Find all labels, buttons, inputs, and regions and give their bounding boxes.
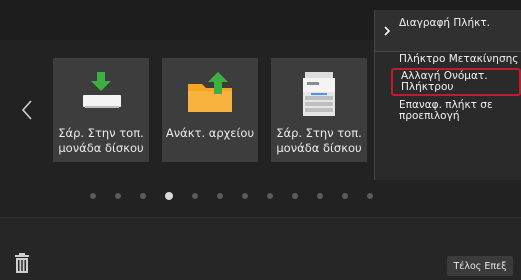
tile-label: Σάρ. Στην τοπ. μονάδα δίσκου <box>276 126 362 155</box>
previous-page-arrow[interactable] <box>18 97 36 123</box>
page-dot-active[interactable] <box>165 192 173 200</box>
page-dot[interactable] <box>192 193 198 199</box>
printer-scanner-icon <box>271 70 367 116</box>
chevron-right-icon <box>384 26 391 36</box>
scan-to-drive-icon <box>53 70 149 116</box>
menu-item-label: Επαναφ. πλήκτ σε προεπιλογή <box>399 99 493 122</box>
page-dot[interactable] <box>267 193 273 199</box>
tile-scan-to-drive-2[interactable]: Σάρ. Στην τοπ. μονάδα δίσκου <box>271 58 367 162</box>
menu-item-delete-key[interactable]: Διαγραφή Πλήκτ. <box>375 10 521 52</box>
bottom-bar <box>0 217 521 280</box>
menu-item-reset-key[interactable]: Επαναφ. πλήκτ σε προεπιλογή <box>375 98 521 128</box>
tile-label: Ανάκτ. αρχείου <box>165 126 255 140</box>
page-dot[interactable] <box>342 193 348 199</box>
trash-icon[interactable] <box>14 253 30 273</box>
page-indicator <box>90 192 392 200</box>
folder-retrieve-icon <box>162 70 258 116</box>
menu-item-label: Πλήκτρο Μετακίνησης <box>399 53 519 65</box>
tile-label: Σάρ. Στην τοπ. μονάδα δίσκου <box>58 126 144 155</box>
page-dot[interactable] <box>217 193 223 199</box>
page-dot[interactable] <box>140 193 146 199</box>
page-dot[interactable] <box>115 193 121 199</box>
page-dot[interactable] <box>242 193 248 199</box>
tile-retrieve-file[interactable]: Ανάκτ. αρχείου <box>162 58 258 162</box>
page-dot[interactable] <box>317 193 323 199</box>
page-dot[interactable] <box>292 193 298 199</box>
highlight-frame <box>391 68 521 96</box>
page-dot[interactable] <box>367 193 373 199</box>
finish-editing-button[interactable]: Τέλος Επεξ <box>447 256 513 276</box>
page-dot[interactable] <box>90 193 96 199</box>
menu-item-label: Διαγραφή Πλήκτ. <box>399 17 490 29</box>
tile-scan-to-drive[interactable]: Σάρ. Στην τοπ. μονάδα δίσκου <box>53 58 149 162</box>
home-screen: Σάρ. Στην τοπ. μονάδα δίσκου Ανάκτ. αρχε… <box>0 0 521 280</box>
chevron-left-icon <box>21 100 32 120</box>
